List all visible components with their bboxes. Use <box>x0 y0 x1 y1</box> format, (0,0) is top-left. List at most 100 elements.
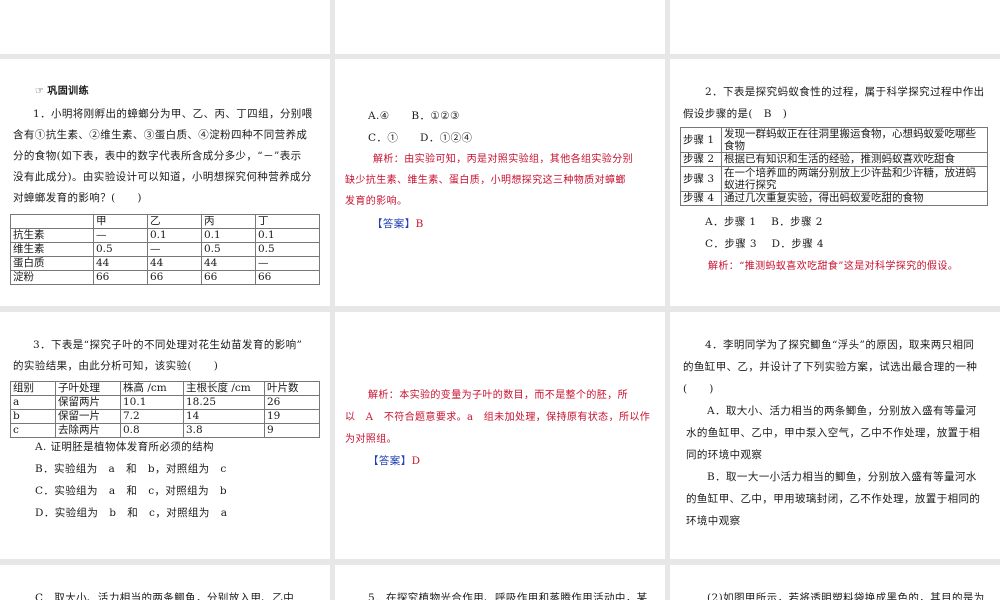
table-cell: — <box>93 228 148 243</box>
table-row: 步骤 3 在一个培养皿的两端分别放上少许盐和少许糖，放进蚂 蚁进行探究 <box>680 166 988 192</box>
table-cell: — <box>147 242 202 257</box>
table-cell: 株高 /cm <box>120 381 184 396</box>
table-cell: b <box>10 409 56 424</box>
table-row: 步骤 1 发现一群蚂蚁正在往洞里搬运食物，心想蚂蚁爱吃哪些 食物 <box>680 127 988 153</box>
q2-line-1: 2．下表是探究蚂蚁食性的过程，属于科学探究过程中作出 <box>705 86 985 98</box>
answer-value: B <box>415 218 424 230</box>
table-cell: 66 <box>147 270 202 285</box>
slide-bottom-middle: 5．在探究植物光合作用、呼吸作用和蒸腾作用活动中，某 <box>335 565 665 600</box>
table-cell: 步骤 4 <box>680 191 722 206</box>
q4-option-a-line-2: 水的鱼缸甲、乙中，甲中泵入空气，乙中不作处理，放置于相 <box>686 427 981 439</box>
table-cell: 步骤 3 <box>680 166 722 192</box>
analysis-line-2: 缺少抗生素、维生素、蛋白质，小明想探究这三种物质对蟑螂 <box>345 175 626 186</box>
q4-option-b-line-1: B．取一大一小活力相当的鲫鱼，分别放入盛有等量河水 <box>707 471 977 483</box>
slide-top-right <box>670 0 1000 54</box>
q4-option-b-line-2: 的鱼缸甲、乙中，甲用玻璃封闭，乙不作处理，放置于相同的 <box>686 493 981 505</box>
answer-value: D <box>411 455 421 467</box>
q2-line-2: 假设步骤的是( B ) <box>683 108 788 120</box>
table-cell: 44 <box>147 256 202 271</box>
slide-bottom-right: (2)如图甲所示，若将透明塑料袋换成黑色的，其目的是为 <box>670 565 1000 600</box>
table-cell: 步骤 1 <box>680 127 722 153</box>
q1-options-line-2: C．① D．①②④ <box>368 132 473 144</box>
bottom-left-text: C．取大小、活力相当的两条鲫鱼，分别放入甲、乙中 <box>35 592 295 600</box>
slide-top-left <box>0 0 330 54</box>
q1-line-1: 1．小明将刚孵出的蟑螂分为甲、乙、丙、丁四组，分别喂 <box>33 108 313 120</box>
table-cell: 保留一片 <box>55 409 121 424</box>
analysis-line-3: 发育的影响。 <box>345 196 408 207</box>
q3-option-c: C．实验组为 a 和 c，对照组为 b <box>35 485 227 497</box>
q4-line-2: 的鱼缸甲、乙，并设计了下列实验方案，试选出最合理的一种 <box>683 361 978 373</box>
q4-line-1: 4．李明同学为了探究鲫鱼“浮头”的原因，取来两只相同 <box>705 339 975 351</box>
table-cell: 66 <box>255 270 320 285</box>
table-row: 淀粉 66 66 66 66 <box>10 270 320 285</box>
table-cell: 丁 <box>255 214 320 229</box>
table-row: 蛋白质 44 44 44— <box>10 256 320 271</box>
table-cell: 蛋白质 <box>10 256 94 271</box>
slide-question-1: ☞ 巩固训练 1．小明将刚孵出的蟑螂分为甲、乙、丙、丁四组，分别喂 含有①抗生素、… <box>0 59 330 306</box>
nutrition-table: 甲 乙 丙 丁 抗生素 —0.1 0.1 0.1 维生素 0.5—0.5 0.5 蛋白质 4… <box>10 214 320 285</box>
table-cell: 在一个培养皿的两端分别放上少许盐和少许糖，放进蚂 蚁进行探究 <box>721 166 988 192</box>
table-header-row: 组别 子叶处理 株高 /cm 主根长度 /cm 叶片数 <box>10 381 320 396</box>
slide-bottom-left: C．取大小、活力相当的两条鲫鱼，分别放入甲、乙中 <box>0 565 330 600</box>
table-cell: 丙 <box>201 214 256 229</box>
table-cell: — <box>255 256 320 271</box>
table-cell: 9 <box>264 423 320 438</box>
table-cell: 子叶处理 <box>55 381 121 396</box>
table-cell: 乙 <box>147 214 202 229</box>
q3-analysis-line-3: 为对照组。 <box>345 434 397 445</box>
table-cell: 淀粉 <box>10 270 94 285</box>
table-cell: 18.25 <box>183 395 265 410</box>
table-cell: 主根长度 /cm <box>183 381 265 396</box>
q1-line-5: 对蟑螂发育的影响？( ) <box>13 192 142 204</box>
q3-line-2: 的实验结果，由此分析可知，该实验( ) <box>13 360 219 372</box>
table-cell: 0.5 <box>93 242 148 257</box>
slide-top-middle <box>335 0 665 54</box>
table-cell: 7.2 <box>120 409 184 424</box>
table-header-row: 甲 乙 丙 丁 <box>10 214 320 229</box>
table-cell: 抗生素 <box>10 228 94 243</box>
table-cell: 0.1 <box>201 228 256 243</box>
q3-analysis-line-2: 以 A 不符合题意要求。a 组未加处理，保持原有状态，所以作 <box>345 412 651 423</box>
q3-option-a: A. 证明胚是植物体发育所必须的结构 <box>35 441 214 453</box>
table-cell: 66 <box>93 270 148 285</box>
answer-label: 【答案】 <box>368 455 412 467</box>
q3-option-d: D．实验组为 b 和 c，对照组为 a <box>35 507 228 519</box>
pointing-hand-icon: ☞ <box>35 86 45 97</box>
table-cell: 0.1 <box>255 228 320 243</box>
q1-options-line-1: A.④ B．①②③ <box>368 110 460 122</box>
q2-options-line-2: C．步骤 3 D．步骤 4 <box>705 238 824 250</box>
q2-analysis: 解析：“推测蚂蚁喜欢吃甜食”这是对科学探究的假设。 <box>708 261 959 272</box>
answer-label: 【答案】 <box>372 218 416 230</box>
table-cell: 发现一群蚂蚁正在往洞里搬运食物，心想蚂蚁爱吃哪些 食物 <box>721 127 988 153</box>
q3-analysis-line-1: 解析：本实验的变量为子叶的数目，而不是整个的胚，所 <box>368 390 628 401</box>
table-row: 抗生素 —0.1 0.1 0.1 <box>10 228 320 243</box>
q3-option-b: B．实验组为 a 和 b，对照组为 c <box>35 463 227 475</box>
table-cell: 0.8 <box>120 423 184 438</box>
table-cell: 步骤 2 <box>680 152 722 167</box>
table-cell: 10.1 <box>120 395 184 410</box>
q3-answer-line: 【答案】D <box>368 451 420 472</box>
table-cell: 0.5 <box>255 242 320 257</box>
answer-line: 【答案】B <box>372 214 424 235</box>
table-cell: 根据已有知识和生活的经验，推测蚂蚁喜欢吃甜食 <box>721 152 988 167</box>
table-row: 步骤 4 通过几次重复实验，得出蚂蚁爱吃甜的食物 <box>680 191 988 206</box>
bottom-middle-text: 5．在探究植物光合作用、呼吸作用和蒸腾作用活动中，某 <box>368 592 648 600</box>
q1-line-4: 没有此成分)。由实验设计可以知道，小明想探究何种营养成分 <box>13 171 312 183</box>
table-cell: 0.1 <box>147 228 202 243</box>
table-row: c 去除两片 0.8 3.8 9 <box>10 423 320 438</box>
table-row: b 保留一片 7.2 14 19 <box>10 409 320 424</box>
table-cell: 26 <box>264 395 320 410</box>
table-cell: 44 <box>93 256 148 271</box>
q4-option-a-line-3: 同的环境中观察 <box>686 449 763 461</box>
section-heading: ☞ 巩固训练 <box>35 81 89 102</box>
table-cell: 叶片数 <box>264 381 320 396</box>
table-cell: 3.8 <box>183 423 265 438</box>
table-cell: c <box>10 423 56 438</box>
slide-question-3: 3．下表是“探究子叶的不同处理对花生幼苗发育的影响” 的实验结果，由此分析可知，… <box>0 312 330 559</box>
q1-line-3: 分的食物(如下表，表中的数字代表所含成分多少，“－”表示 <box>13 150 302 162</box>
table-cell: 甲 <box>93 214 148 229</box>
q3-line-1: 3．下表是“探究子叶的不同处理对花生幼苗发育的影响” <box>33 339 303 351</box>
analysis-line-1: 解析：由实验可知，丙是对照实验组，其他各组实验分别 <box>373 154 633 165</box>
table-cell: 19 <box>264 409 320 424</box>
slide-answer-3: 解析：本实验的变量为子叶的数目，而不是整个的胚，所 以 A 不符合题意要求。a … <box>335 312 665 559</box>
